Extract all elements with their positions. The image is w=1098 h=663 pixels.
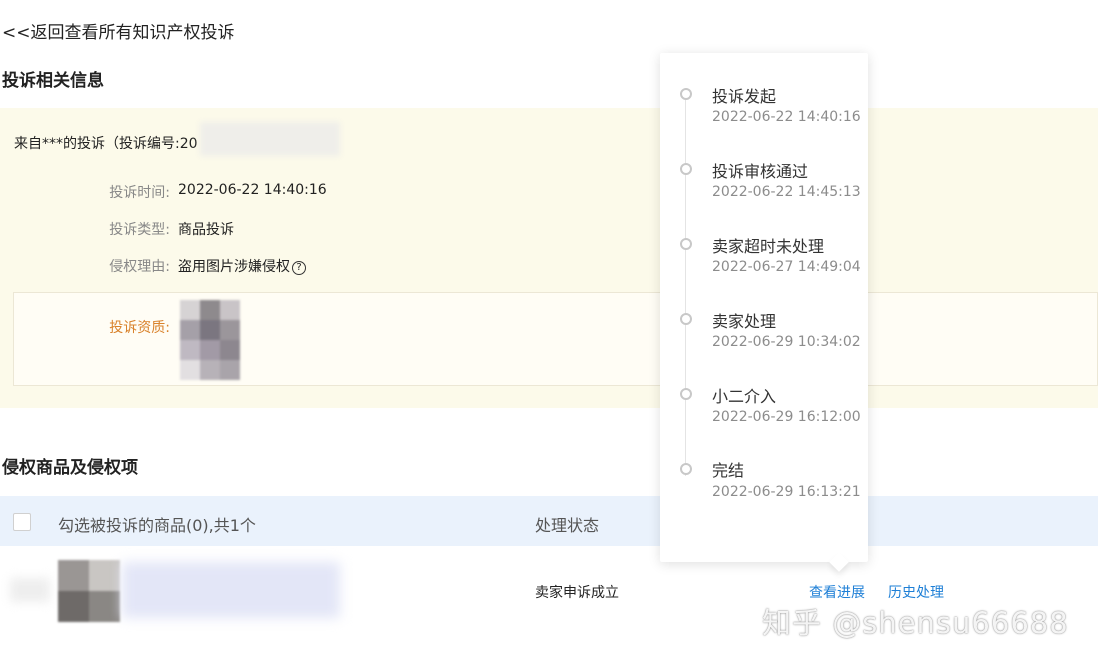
timeline-dot-icon [680, 163, 692, 175]
timeline-dot-icon [680, 313, 692, 325]
timeline-dot-icon [680, 388, 692, 400]
timeline-line [685, 100, 686, 476]
history-handling-link[interactable]: 历史处理 [888, 582, 944, 602]
timeline-step-time: 2022-06-27 14:49:04 [712, 259, 861, 275]
timeline-step-time: 2022-06-22 14:45:13 [712, 184, 861, 200]
timeline-step-time: 2022-06-29 16:12:00 [712, 409, 861, 425]
select-goods-header: 勾选被投诉的商品(0),共1个 [58, 516, 256, 535]
watermark: 知乎 @shensu66688 [762, 606, 1069, 640]
row-status: 卖家申诉成立 [535, 585, 619, 601]
timeline-step-time: 2022-06-29 10:34:02 [712, 334, 861, 350]
timeline-dot-icon [680, 463, 692, 475]
complaint-info-title: 投诉相关信息 [2, 71, 104, 91]
timeline-step-title: 完结 [712, 461, 745, 480]
timeline-dot-icon [680, 88, 692, 100]
row-checkbox-redacted[interactable] [10, 578, 50, 602]
redacted-complaint-number [200, 122, 340, 156]
view-progress-link[interactable]: 查看进展 [809, 582, 865, 602]
help-icon[interactable]: ? [292, 261, 306, 275]
redacted-product-title[interactable] [122, 562, 340, 618]
infringing-goods-title: 侵权商品及侵权项 [2, 458, 138, 478]
status-column-header: 处理状态 [535, 516, 600, 535]
timeline-step-title: 投诉审核通过 [712, 162, 809, 181]
qualification-label: 投诉资质: [109, 320, 170, 336]
complaint-type-label: 投诉类型: [109, 222, 170, 238]
timeline-step-title: 卖家处理 [712, 312, 777, 331]
timeline-step-title: 小二介入 [712, 387, 777, 406]
timeline-step-title: 卖家超时未处理 [712, 237, 825, 256]
complaint-type-value: 商品投诉 [178, 222, 234, 238]
product-thumbnail[interactable] [58, 560, 120, 622]
qualification-box [13, 292, 1098, 386]
infringement-reason-value: 盗用图片涉嫌侵权 [178, 259, 290, 275]
complaint-source-text: 来自***的投诉（投诉编号:20 [14, 136, 198, 152]
timeline-step-time: 2022-06-22 14:40:16 [712, 109, 861, 125]
infringement-reason-label: 侵权理由: [109, 259, 170, 275]
timeline-step-time: 2022-06-29 16:13:21 [712, 484, 861, 500]
timeline-step-title: 投诉发起 [712, 87, 777, 106]
timeline-dot-icon [680, 238, 692, 250]
infringement-reason-row: 盗用图片涉嫌侵权? [178, 256, 306, 276]
select-all-checkbox[interactable] [13, 513, 31, 531]
back-to-all-complaints-link[interactable]: <<返回查看所有知识产权投诉 [2, 18, 235, 43]
qualification-image[interactable] [180, 300, 240, 380]
complaint-time-value: 2022-06-22 14:40:16 [178, 182, 327, 198]
complaint-time-label: 投诉时间: [109, 185, 170, 201]
